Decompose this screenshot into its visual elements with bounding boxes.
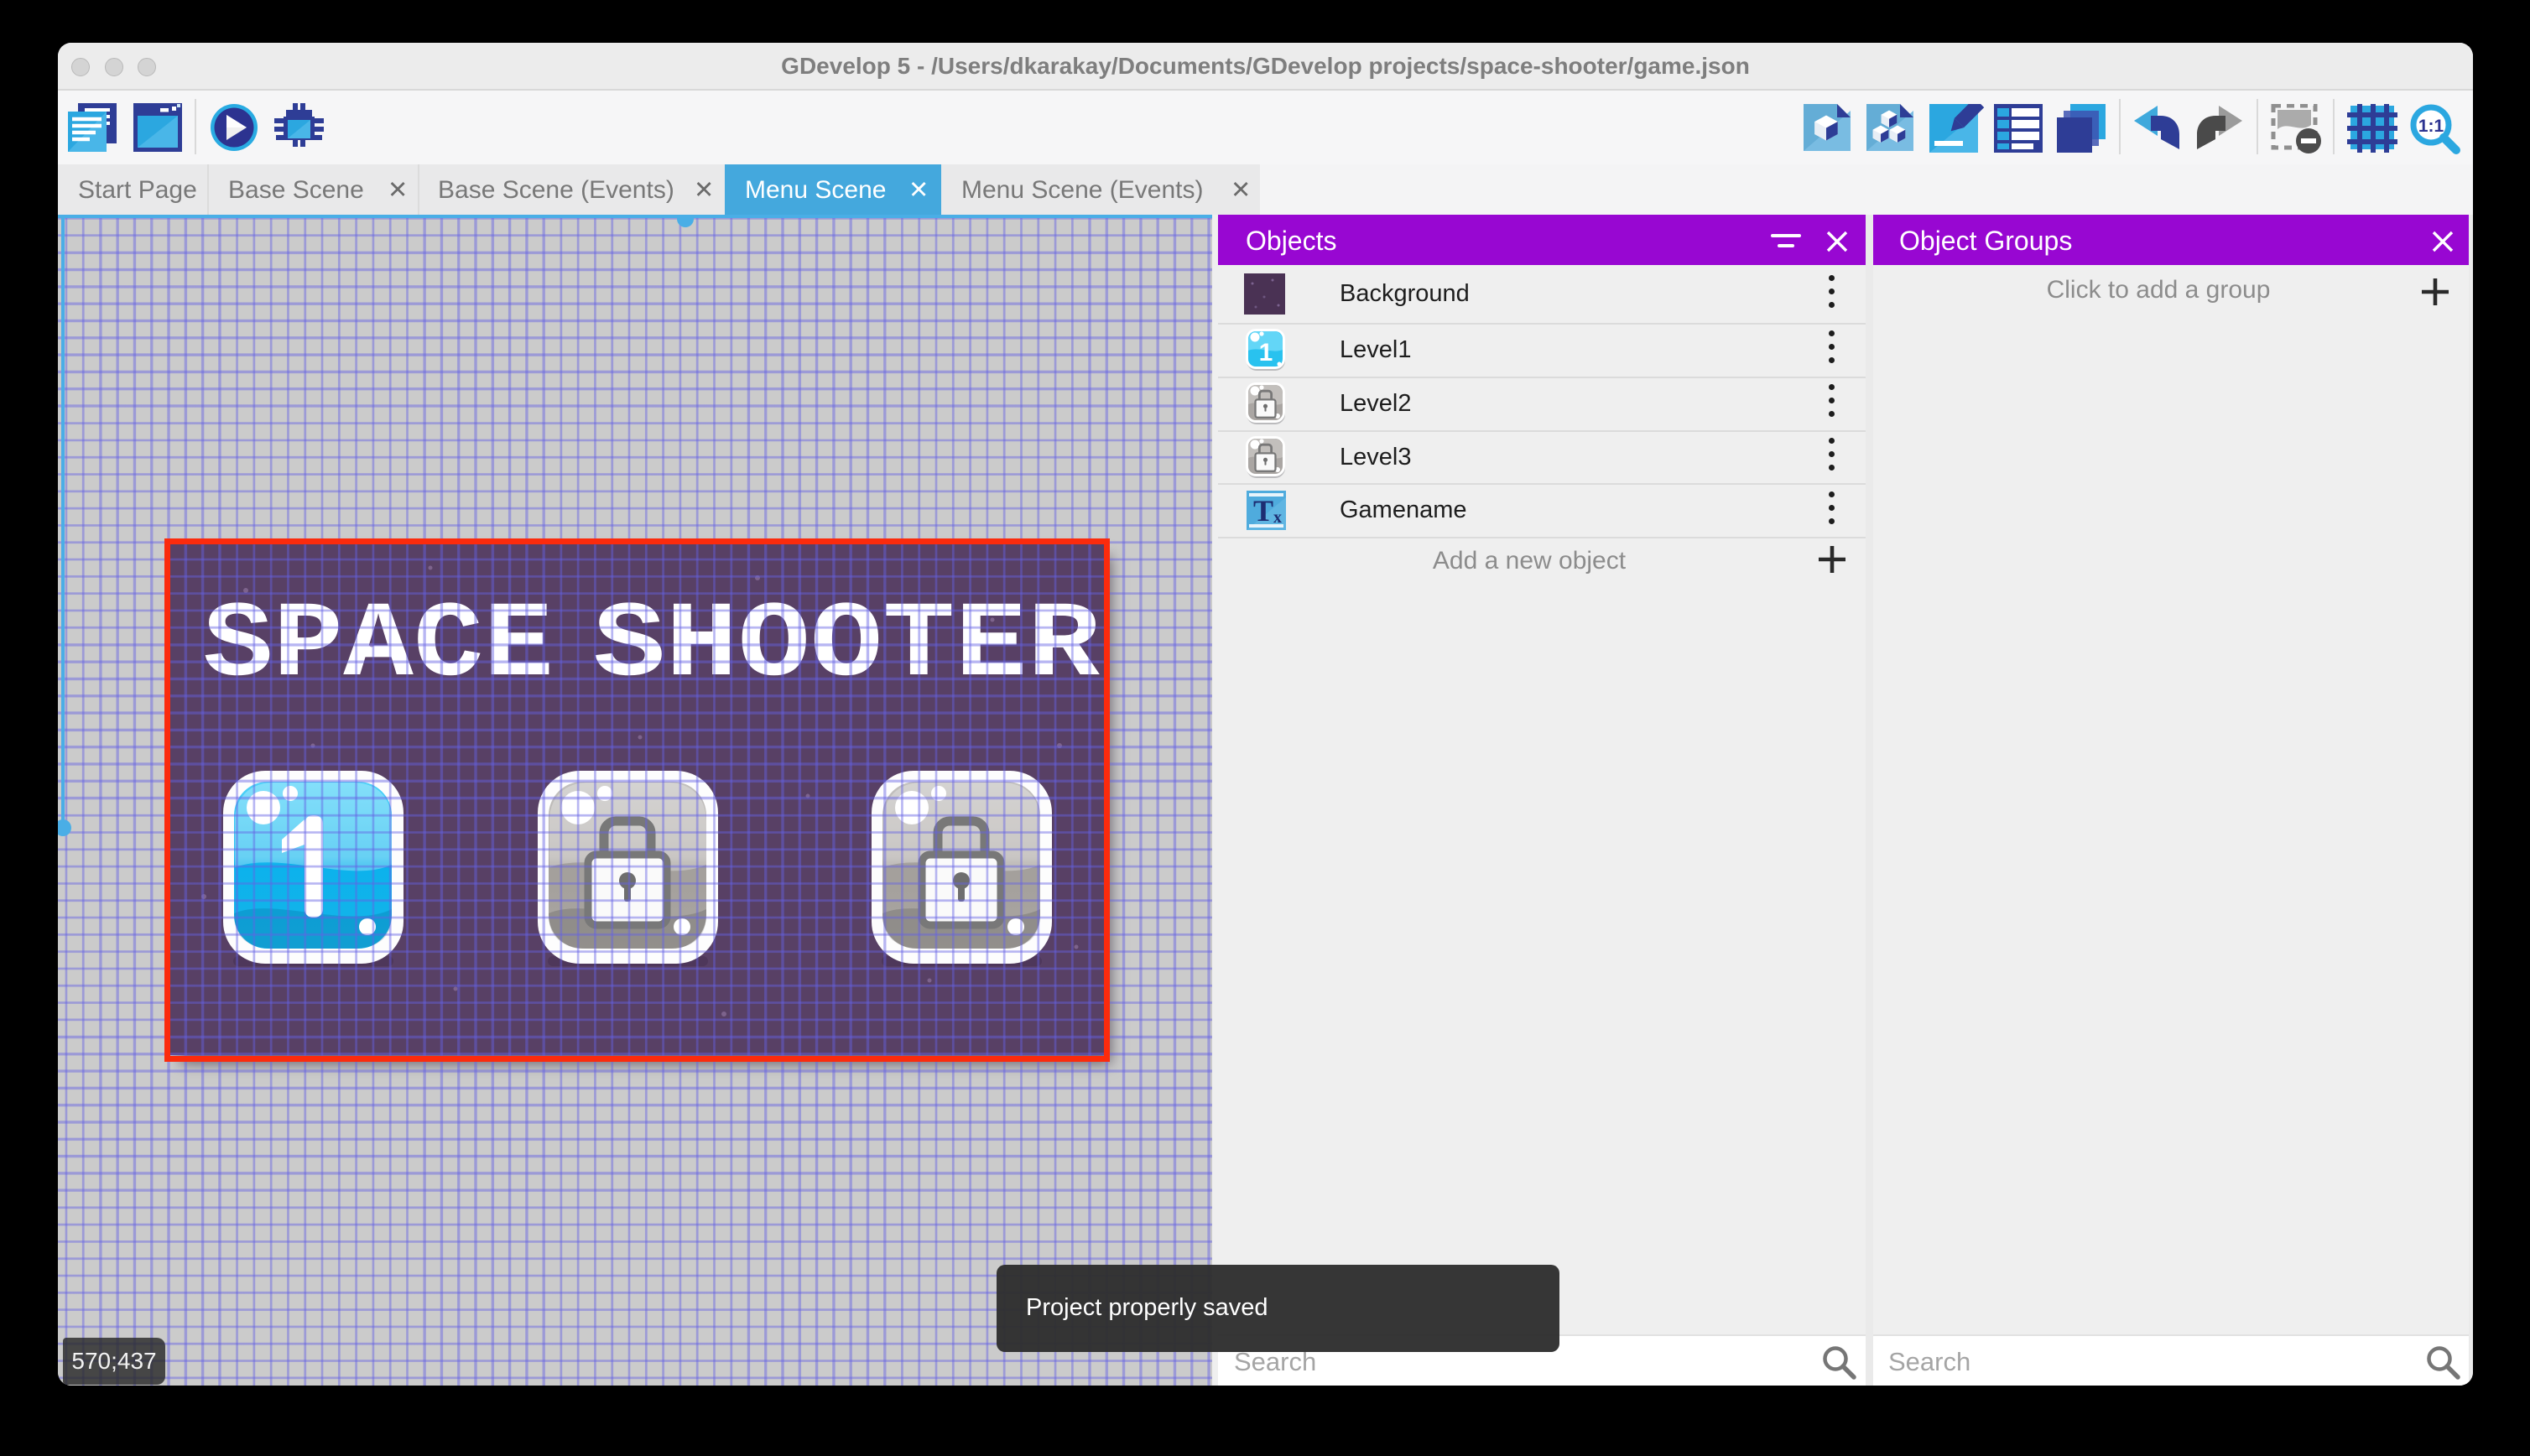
svg-text:x: x: [1273, 508, 1282, 527]
svg-text:T: T: [1253, 494, 1273, 528]
svg-text:1: 1: [1259, 339, 1273, 367]
svg-text:1:1: 1:1: [2418, 117, 2444, 136]
